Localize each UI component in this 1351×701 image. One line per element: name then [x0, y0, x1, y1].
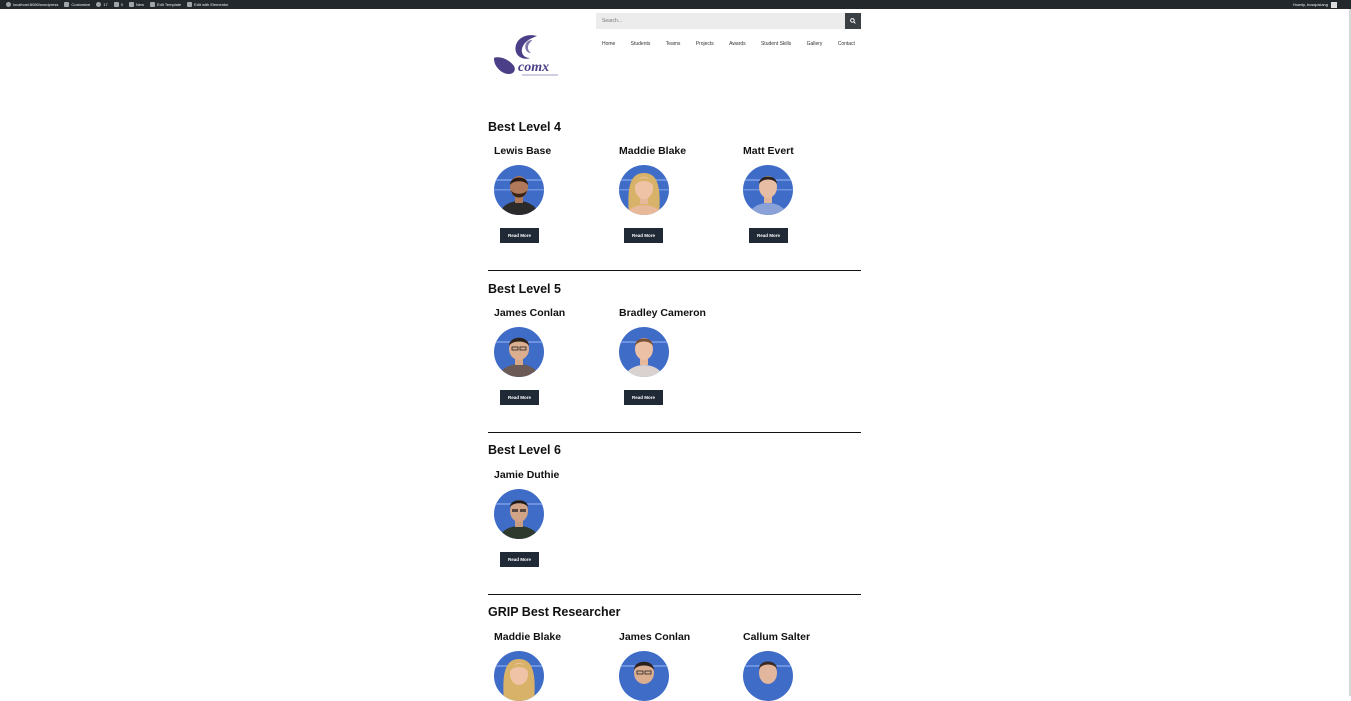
- user-avatar-icon: [1331, 1, 1337, 8]
- admin-bar-elementor[interactable]: Edit with Elementor: [187, 0, 229, 9]
- section-title: Best Level 5: [488, 282, 561, 296]
- site-logo[interactable]: comx: [492, 30, 564, 80]
- admin-bar-updates[interactable]: 17: [96, 0, 108, 9]
- nav-home[interactable]: Home: [602, 41, 615, 47]
- section-divider: [488, 270, 861, 271]
- search-icon: [850, 18, 856, 24]
- read-more-button[interactable]: Read More: [624, 390, 663, 405]
- main-nav: Home Students Teams Projects Awards Stud…: [596, 41, 861, 47]
- nav-teams[interactable]: Teams: [666, 41, 681, 47]
- elementor-icon: [187, 2, 193, 7]
- plus-icon: [128, 2, 134, 7]
- person-name: Jamie Duthie: [494, 469, 560, 481]
- avatar: [619, 651, 669, 701]
- pencil-icon: [64, 2, 70, 7]
- section-title: GRIP Best Researcher: [488, 605, 621, 619]
- search-input[interactable]: Search...: [596, 13, 845, 29]
- read-more-button[interactable]: Read More: [624, 228, 663, 243]
- admin-bar: localhost:8080/wordpress Customize 17 0 …: [0, 0, 1351, 9]
- admin-bar-greeting: Howdy, bossjosiang: [1292, 2, 1328, 7]
- read-more-button[interactable]: Read More: [749, 228, 788, 243]
- logo-mark-icon: comx: [494, 35, 558, 76]
- admin-bar-comments[interactable]: 0: [113, 0, 123, 9]
- admin-bar-account[interactable]: Howdy, bossjosiang: [1293, 0, 1337, 9]
- section-divider: [488, 594, 861, 595]
- avatar: [743, 651, 793, 701]
- nav-student-skills[interactable]: Student Skills: [761, 41, 791, 47]
- section-divider: [488, 432, 861, 433]
- nav-contact[interactable]: Contact: [838, 41, 855, 47]
- person-name: James Conlan: [619, 631, 691, 643]
- person-name: Maddie Blake: [619, 145, 687, 157]
- section-title: Best Level 4: [488, 120, 561, 134]
- admin-bar-site[interactable]: localhost:8080/wordpress: [6, 0, 58, 9]
- admin-bar-edit-template[interactable]: Edit Template: [149, 0, 181, 9]
- avatar: [619, 327, 669, 377]
- read-more-button[interactable]: Read More: [500, 228, 539, 243]
- avatar: [494, 489, 544, 539]
- svg-text:comx: comx: [518, 60, 549, 75]
- updates-icon: [96, 2, 102, 7]
- avatar: [743, 165, 793, 215]
- avatar: [494, 165, 544, 215]
- person-name: Lewis Base: [494, 145, 552, 157]
- pencil-icon: [149, 2, 155, 7]
- nav-gallery[interactable]: Gallery: [807, 41, 823, 47]
- person-name: James Conlan: [494, 307, 566, 319]
- wordpress-icon: [6, 2, 11, 7]
- person-name: Matt Evert: [743, 145, 794, 157]
- nav-awards[interactable]: Awards: [729, 41, 746, 47]
- nav-projects[interactable]: Projects: [696, 41, 714, 47]
- avatar: [494, 327, 544, 377]
- nav-students[interactable]: Students: [631, 41, 651, 47]
- avatar: [494, 651, 544, 701]
- person-name: Bradley Cameron: [619, 307, 706, 319]
- read-more-button[interactable]: Read More: [500, 552, 539, 567]
- person-name: Callum Salter: [743, 631, 811, 643]
- search-button[interactable]: [845, 13, 861, 29]
- read-more-button[interactable]: Read More: [500, 390, 539, 405]
- section-title: Best Level 6: [488, 443, 561, 457]
- avatar: [619, 165, 669, 215]
- person-name: Maddie Blake: [494, 631, 562, 643]
- admin-bar-customize[interactable]: Customize: [64, 0, 90, 9]
- comment-icon: [113, 2, 119, 7]
- admin-bar-new[interactable]: New: [128, 0, 144, 9]
